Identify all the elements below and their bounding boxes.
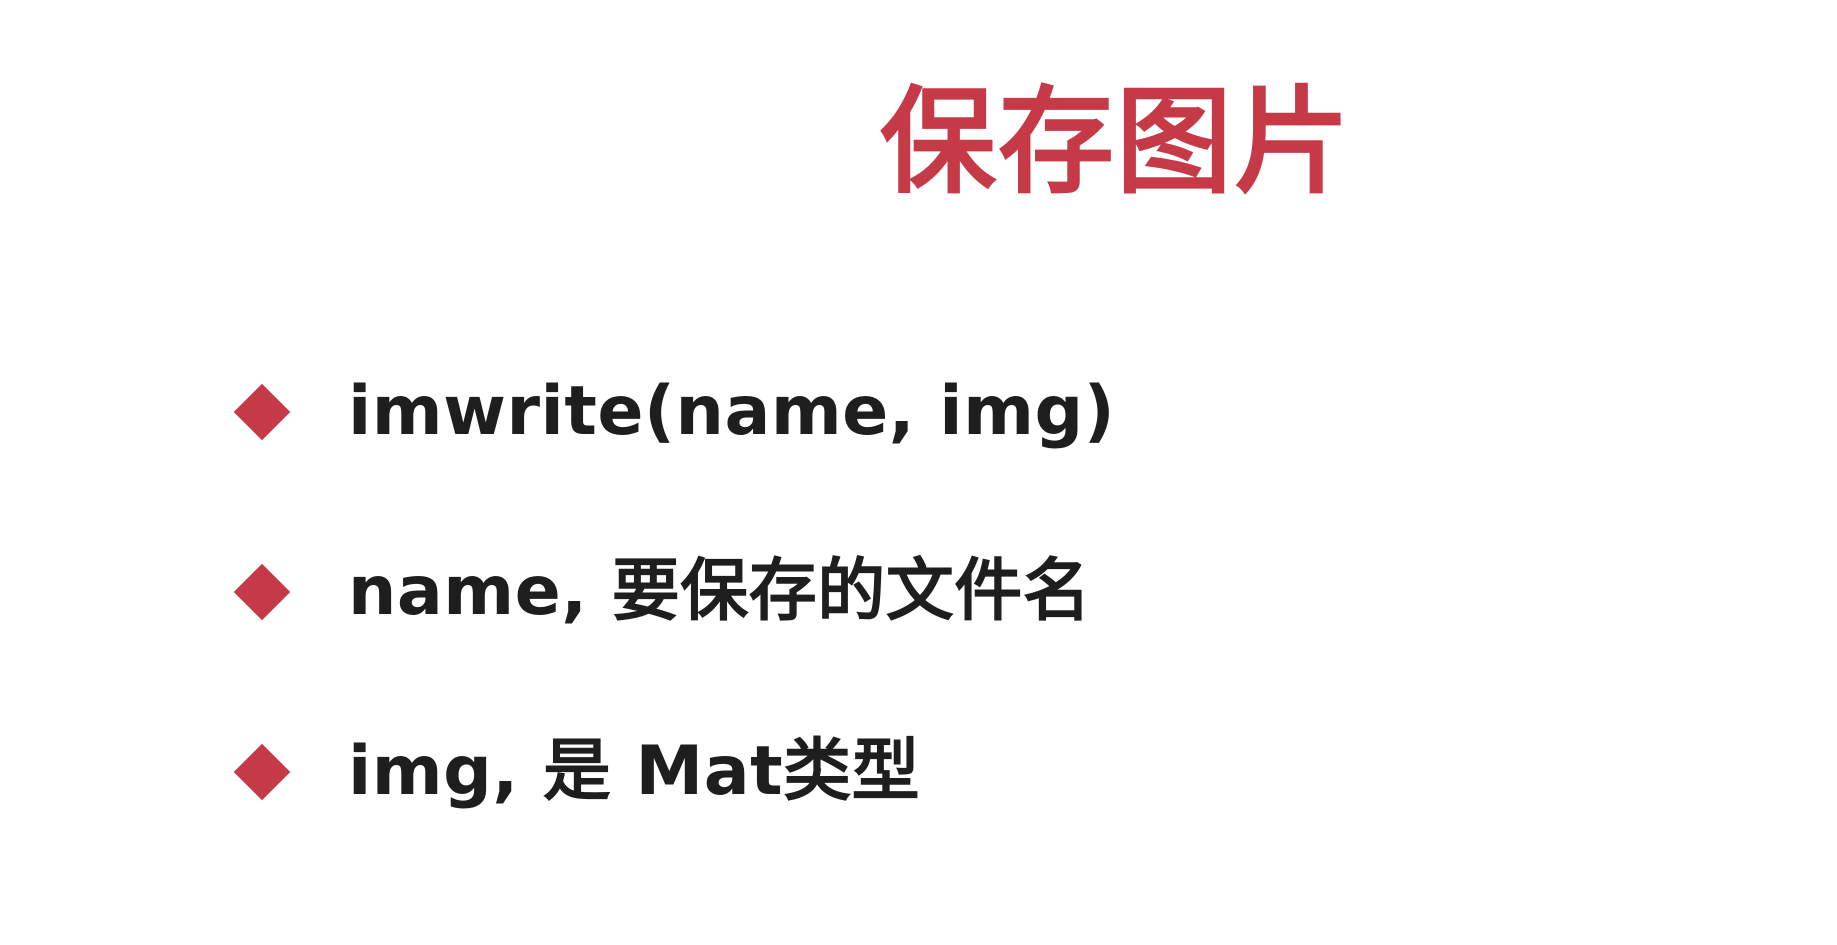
bullet-list: imwrite(name, img) name, 要保存的文件名 img, 是 … (232, 368, 1115, 908)
diamond-bullet-icon (233, 743, 291, 801)
bullet-text: imwrite(name, img) (348, 372, 1116, 451)
diamond-bullet-icon (233, 563, 291, 621)
bullet-item-imwrite: imwrite(name, img) (232, 368, 1115, 456)
bullet-text: name, 要保存的文件名 (348, 552, 1092, 631)
bullet-item-name: name, 要保存的文件名 (232, 548, 1115, 636)
diamond-bullet-icon (233, 383, 291, 441)
slide-title: 保存图片 (880, 75, 1352, 210)
bullet-item-img: img, 是 Mat类型 (232, 728, 1115, 816)
bullet-text: img, 是 Mat类型 (348, 732, 921, 811)
slide: 保存图片 imwrite(name, img) name, 要保存的文件名 im… (0, 0, 1837, 945)
